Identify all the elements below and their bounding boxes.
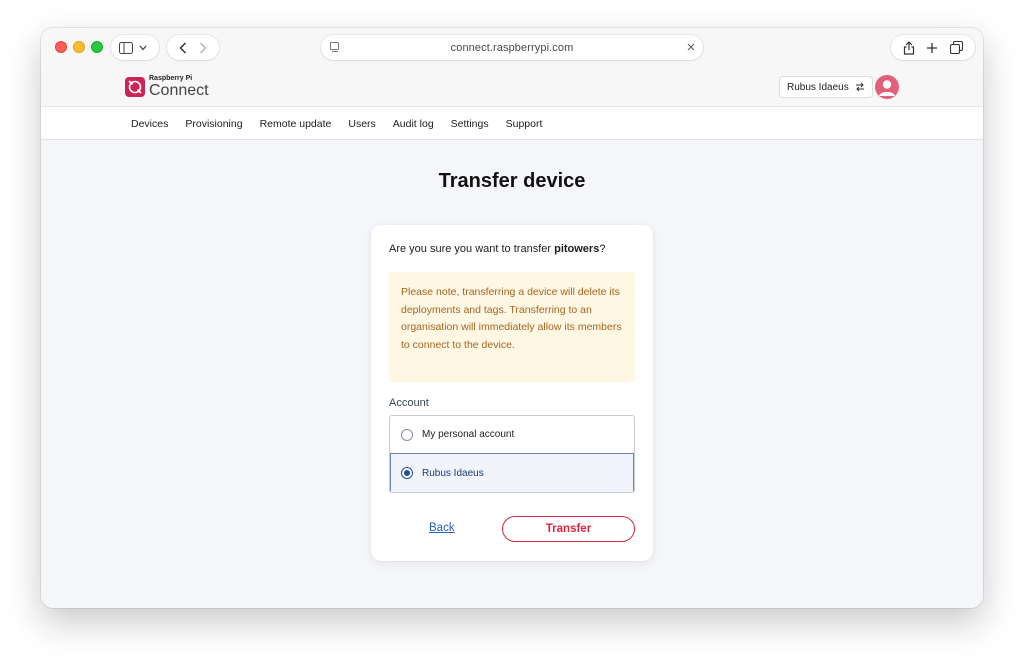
- chevron-down-icon: [139, 45, 147, 50]
- url-text: connect.raspberrypi.com: [450, 41, 574, 54]
- sidebar-toggle-button[interactable]: [111, 35, 159, 60]
- nav-item-remote-update[interactable]: Remote update: [260, 118, 332, 130]
- device-name: pitowers: [554, 243, 600, 255]
- warning-notice: Please note, transferring a device will …: [389, 272, 635, 382]
- close-window-button[interactable]: [55, 41, 67, 53]
- connect-logo-icon: [125, 77, 145, 97]
- user-avatar[interactable]: [875, 75, 899, 99]
- account-option-label: Rubus Idaeus: [422, 467, 484, 479]
- radio-unselected[interactable]: [401, 428, 413, 441]
- account-option-label: My personal account: [422, 429, 515, 440]
- nav-item-support[interactable]: Support: [506, 118, 543, 130]
- sidebar-icon: [119, 41, 133, 54]
- back-arrow-icon[interactable]: [179, 41, 187, 54]
- browser-actions: [891, 35, 975, 60]
- logo-small-text: Raspberry Pi: [149, 75, 193, 82]
- account-label: Account: [389, 397, 429, 409]
- transfer-dialog: Are you sure you want to transfer pitowe…: [371, 225, 653, 561]
- new-tab-icon[interactable]: [926, 42, 938, 54]
- transfer-button[interactable]: Transfer: [502, 516, 635, 542]
- browser-window: connect.raspberrypi.com Raspberry Pi Con…: [41, 28, 983, 608]
- tab-overview-icon[interactable]: [950, 41, 964, 54]
- forward-arrow-icon[interactable]: [199, 41, 207, 54]
- page-title: Transfer device: [438, 170, 586, 192]
- account-option-personal[interactable]: My personal account: [390, 416, 634, 454]
- site-header: Raspberry Pi Connect Rubus Idaeus: [41, 68, 983, 107]
- address-bar[interactable]: connect.raspberrypi.com: [321, 35, 703, 60]
- account-radio-group: My personal account Rubus Idaeus: [389, 415, 635, 493]
- nav-item-audit-log[interactable]: Audit log: [393, 118, 434, 130]
- question-prefix: Are you sure you want to transfer: [389, 243, 555, 255]
- nav-item-devices[interactable]: Devices: [131, 118, 168, 130]
- switch-arrows-icon: [855, 82, 864, 92]
- account-option-rubus-idaeus[interactable]: Rubus Idaeus: [390, 453, 634, 492]
- account-switcher-button[interactable]: Rubus Idaeus: [779, 76, 873, 98]
- history-nav: [167, 35, 219, 60]
- question-suffix: ?: [599, 243, 606, 255]
- back-link[interactable]: Back: [429, 522, 455, 534]
- main-nav: Devices Provisioning Remote update Users…: [41, 107, 983, 140]
- logo-big-text: Connect: [149, 82, 209, 99]
- account-switcher-label: Rubus Idaeus: [787, 81, 849, 93]
- transfer-question: Are you sure you want to transfer pitowe…: [389, 243, 605, 255]
- browser-toolbar: connect.raspberrypi.com: [41, 28, 983, 68]
- page-menu-icon[interactable]: [329, 41, 341, 53]
- nav-item-users[interactable]: Users: [348, 118, 375, 130]
- share-icon[interactable]: [903, 40, 915, 55]
- raspberry-pi-connect-logo[interactable]: Raspberry Pi Connect: [125, 75, 209, 99]
- zoom-window-button[interactable]: [91, 41, 103, 53]
- nav-item-provisioning[interactable]: Provisioning: [185, 118, 242, 130]
- minimize-window-button[interactable]: [73, 41, 85, 53]
- user-icon: [879, 80, 895, 96]
- nav-item-settings[interactable]: Settings: [451, 118, 489, 130]
- clear-url-icon[interactable]: [685, 41, 697, 53]
- radio-selected[interactable]: [401, 467, 413, 479]
